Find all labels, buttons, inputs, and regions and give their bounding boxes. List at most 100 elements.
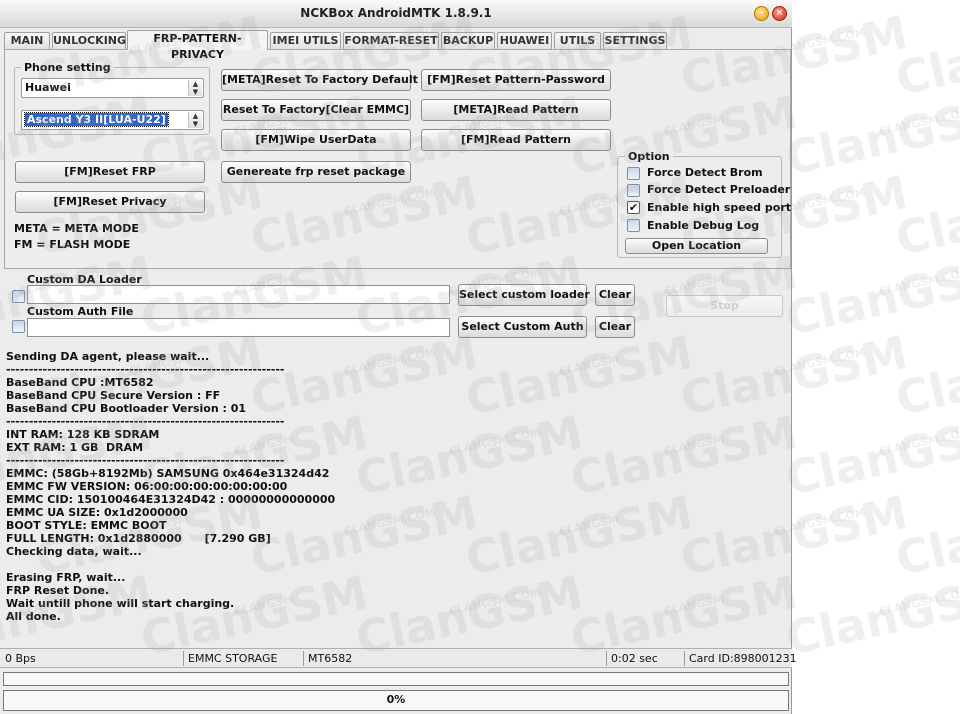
generate-frp-package-button[interactable]: Genereate frp reset package: [221, 161, 411, 183]
force-detect-preloader-checkbox[interactable]: [627, 184, 640, 197]
title-bar[interactable]: NCKBox AndroidMTK 1.8.9.1 – ×: [0, 0, 792, 28]
log-line: Erasing FRP, wait...: [6, 571, 126, 584]
log-line: EMMC: (58Gb+8192Mb) SAMSUNG 0x464e31324d…: [6, 467, 330, 480]
clear-auth-button[interactable]: Clear: [595, 316, 635, 338]
fm-mode-legend: FM = FLASH MODE: [14, 238, 131, 251]
model-value: Ascend Y3 II[LUA-U22]: [24, 112, 169, 127]
watermark-text: ClanGSM: [891, 485, 960, 586]
log-line: BOOT STYLE: EMMC BOOT: [6, 519, 167, 532]
watermark-small-text: CLANGSM.COM: [878, 266, 960, 298]
log-line: BaseBand CPU Secure Version : FF: [6, 389, 221, 402]
status-divider: [684, 651, 685, 666]
fm-reset-frp-button[interactable]: [FM]Reset FRP: [15, 161, 205, 183]
log-line: ----------------------------------------…: [6, 363, 285, 376]
fm-reset-pattern-password-button[interactable]: [FM]Reset Pattern-Password: [421, 69, 611, 91]
window-title: NCKBox AndroidMTK 1.8.9.1: [300, 6, 492, 20]
tab-backup[interactable]: BACKUP: [441, 32, 495, 49]
tab-imei-utils[interactable]: IMEI UTILS: [270, 32, 341, 49]
enable-high-speed-port-checkbox[interactable]: ✔: [627, 201, 640, 214]
watermark-text: ClanGSM: [891, 165, 960, 266]
watermark-small-text: CLANGSM.COM: [878, 106, 960, 138]
status-bar: 0 Bps EMMC STORAGE MT6582 0:02 sec Card …: [0, 648, 797, 668]
status-time: 0:02 sec: [611, 652, 658, 665]
progress-percent: 0%: [386, 693, 406, 706]
status-card-id: Card ID:898001231: [689, 652, 797, 665]
enable-debug-log-checkbox[interactable]: [627, 219, 640, 232]
log-line: Checking data, wait...: [6, 545, 142, 558]
status-divider: [303, 651, 304, 666]
progress-bar-secondary: 0%: [3, 690, 789, 711]
stop-button[interactable]: Stop: [666, 295, 783, 317]
log-line: EXT RAM: 1 GB DRAM: [6, 441, 144, 454]
spin-arrows-icon[interactable]: ▲ ▼: [188, 80, 202, 96]
log-line: FULL LENGTH: 0x1d2880000 [7.290 GB]: [6, 532, 271, 545]
brand-value: Huawei: [25, 81, 71, 94]
fm-wipe-userdata-button[interactable]: [FM]Wipe UserData: [221, 129, 411, 151]
force-detect-brom-label: Force Detect Brom: [647, 166, 763, 179]
close-button[interactable]: ×: [772, 6, 787, 21]
brand-select[interactable]: Huawei ▲ ▼: [21, 78, 204, 98]
status-speed: 0 Bps: [5, 652, 36, 665]
force-detect-brom-checkbox[interactable]: [627, 167, 640, 180]
app-window: NCKBox AndroidMTK 1.8.9.1 – × MAIN UNLOC…: [0, 0, 797, 714]
tab-unlocking[interactable]: UNLOCKING: [52, 32, 126, 49]
custom-auth-input[interactable]: [27, 318, 450, 337]
spin-arrows-icon[interactable]: ▲ ▼: [188, 112, 202, 128]
watermark-text: ClanGSM: [781, 245, 960, 346]
log-line: Sending DA agent, please wait...: [6, 350, 210, 363]
close-icon: ×: [775, 8, 784, 18]
watermark-text: ClanGSM: [781, 85, 960, 186]
meta-read-pattern-button[interactable]: [META]Read Pattern: [421, 99, 611, 121]
custom-da-checkbox[interactable]: [12, 290, 25, 303]
watermark-small-text: CLANGSM.COM: [878, 426, 960, 458]
enable-high-speed-port-label: Enable high speed port: [647, 201, 791, 214]
fm-read-pattern-button[interactable]: [FM]Read Pattern: [421, 129, 611, 151]
custom-auth-checkbox[interactable]: [12, 320, 25, 333]
custom-auth-label: Custom Auth File: [27, 305, 134, 318]
log-line: BaseBand CPU :MT6582: [6, 376, 154, 389]
model-select[interactable]: Ascend Y3 II[LUA-U22] ▲ ▼: [21, 110, 204, 130]
log-line: EMMC CID: 150100464E31324D42 : 000000000…: [6, 493, 336, 506]
tab-format-reset[interactable]: FORMAT-RESET: [343, 32, 439, 49]
log-line: All done.: [6, 610, 61, 623]
log-line: ----------------------------------------…: [6, 454, 285, 467]
log-line: BaseBand CPU Bootloader Version : 01: [6, 402, 247, 415]
watermark-text: ClanGSM: [781, 565, 960, 666]
tab-huawei[interactable]: HUAWEI: [497, 32, 552, 49]
log-panel[interactable]: Sending DA agent, please wait... -------…: [2, 347, 790, 645]
watermark-text: ClanGSM: [891, 325, 960, 426]
check-icon: ✔: [628, 201, 639, 214]
watermark-text: ClanGSM: [781, 405, 960, 506]
tab-main[interactable]: MAIN: [4, 32, 50, 49]
select-custom-loader-button[interactable]: Select custom loader: [458, 284, 590, 306]
tab-frp-pattern-privacy[interactable]: FRP-PATTERN-PRIVACY: [127, 30, 268, 61]
fm-reset-privacy-button[interactable]: [FM]Reset Privacy: [15, 191, 205, 213]
log-line: ----------------------------------------…: [6, 415, 285, 428]
force-detect-preloader-label: Force Detect Preloader: [647, 183, 791, 196]
status-divider: [606, 651, 607, 666]
watermark-small-text: CLANGSM.COM: [878, 586, 960, 618]
watermark-text: ClanGSM: [891, 5, 960, 106]
meta-mode-legend: META = META MODE: [14, 222, 139, 235]
status-chip: MT6582: [308, 652, 353, 665]
log-line: FRP Reset Done.: [6, 584, 110, 597]
phone-setting-title: Phone setting: [21, 61, 114, 74]
tab-settings[interactable]: SETTINGS: [603, 32, 667, 49]
reset-factory-clear-emmc-button[interactable]: Reset To Factory[Clear EMMC]: [221, 99, 411, 121]
tab-utils[interactable]: UTILS: [554, 32, 601, 49]
enable-debug-log-label: Enable Debug Log: [647, 219, 760, 232]
select-custom-auth-button[interactable]: Select Custom Auth: [458, 316, 587, 338]
open-location-button[interactable]: Open Location: [625, 238, 768, 254]
option-title: Option: [625, 150, 673, 163]
meta-reset-factory-button[interactable]: [META]Reset To Factory Default: [221, 69, 418, 91]
custom-da-input[interactable]: [27, 285, 450, 304]
clear-loader-button[interactable]: Clear: [595, 284, 635, 306]
log-line: Wait untill phone will start charging.: [6, 597, 235, 610]
minimize-icon: –: [759, 8, 764, 18]
progress-bar-primary: [3, 672, 789, 686]
log-line: EMMC FW VERSION: 06:00:00:00:00:00:00:00: [6, 480, 288, 493]
status-divider: [183, 651, 184, 666]
minimize-button[interactable]: –: [754, 6, 769, 21]
log-line: INT RAM: 128 KB SDRAM: [6, 428, 160, 441]
log-line: EMMC UA SIZE: 0x1d2000000: [6, 506, 188, 519]
